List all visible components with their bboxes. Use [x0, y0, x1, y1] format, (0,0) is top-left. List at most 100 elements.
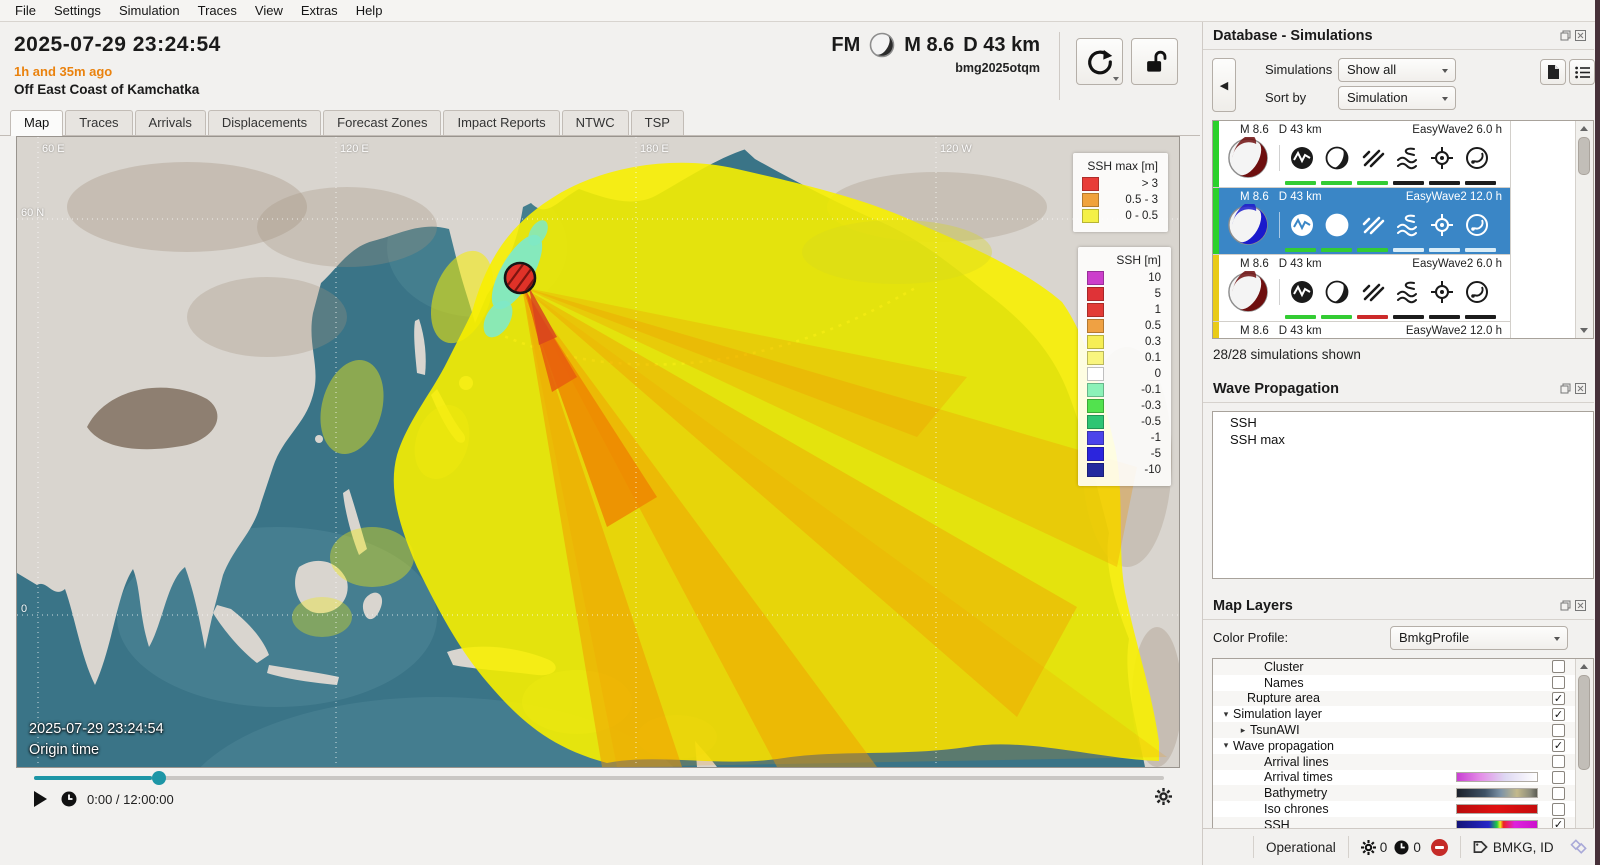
menu-item[interactable]: View [246, 1, 292, 20]
crosshair-icon[interactable] [1429, 212, 1455, 238]
radar-icon[interactable] [1464, 212, 1490, 238]
scrollbar-thumb[interactable] [1578, 137, 1590, 175]
collapse-sidebar-button[interactable]: ◀ [1212, 58, 1236, 112]
layer-checkbox[interactable] [1552, 755, 1565, 768]
color-profile-select[interactable]: BmkgProfile [1390, 626, 1568, 650]
focal-mechanism-icon[interactable] [1227, 338, 1269, 339]
detach-icon[interactable] [1560, 30, 1571, 41]
tab[interactable]: Impact Reports [443, 110, 559, 135]
waveform-icon[interactable] [1289, 279, 1315, 305]
refresh-button[interactable] [1076, 38, 1123, 85]
simulation-item[interactable]: M 8.6 D 43 km EasyWave2 12.0 h [1213, 322, 1511, 339]
sea-level-icon[interactable] [1394, 279, 1420, 305]
map-view[interactable]: 60 E 120 E 180 E 120 W 60 N 0 SSH max [m… [16, 136, 1180, 768]
simulation-item[interactable]: M 8.6 D 43 km EasyWave2 6.0 h [1213, 255, 1511, 322]
layer-row[interactable]: Iso chrones [1213, 801, 1593, 817]
layer-row[interactable]: Bathymetry [1213, 785, 1593, 801]
play-button[interactable] [34, 791, 47, 807]
layer-row[interactable]: Arrival lines [1213, 754, 1593, 770]
report-button[interactable] [1540, 59, 1566, 85]
layer-row[interactable]: ▾ Simulation layer [1213, 706, 1593, 722]
layer-checkbox[interactable] [1552, 771, 1565, 784]
no-data-icon[interactable] [1359, 145, 1385, 171]
menu-item[interactable]: Traces [189, 1, 246, 20]
layer-row[interactable]: Cluster [1213, 659, 1593, 675]
layer-checkbox[interactable] [1552, 787, 1565, 800]
slider-track[interactable] [34, 776, 1164, 780]
beachball-small-icon[interactable] [1324, 145, 1350, 171]
crosshair-icon[interactable] [1429, 145, 1455, 171]
tab-bar: Map Traces Arrivals Displacements Foreca… [0, 111, 1200, 136]
close-icon[interactable] [1575, 383, 1586, 394]
focal-mechanism-icon[interactable] [1227, 137, 1269, 179]
layer-checkbox[interactable] [1552, 708, 1565, 721]
unlock-button[interactable] [1131, 38, 1178, 85]
simulations-filter-select[interactable]: Show all [1338, 58, 1456, 82]
scroll-up-arrow[interactable] [1580, 664, 1588, 669]
tab[interactable]: Arrivals [135, 110, 206, 135]
refresh-dropdown-caret[interactable] [1113, 77, 1119, 81]
wave-propagation-panel-header: Wave Propagation [1203, 375, 1594, 403]
close-icon[interactable] [1575, 30, 1586, 41]
waveform-icon[interactable] [1289, 145, 1315, 171]
layer-row[interactable]: ▾ Wave propagation [1213, 738, 1593, 754]
slider-thumb[interactable] [152, 771, 166, 785]
crosshair-icon[interactable] [1429, 279, 1455, 305]
detach-icon[interactable] [1560, 600, 1571, 611]
layer-checkbox[interactable] [1552, 676, 1565, 689]
layers-scrollbar[interactable] [1575, 659, 1593, 849]
tab[interactable]: NTWC [562, 110, 629, 135]
beachball-small-icon[interactable] [1324, 279, 1350, 305]
radar-icon[interactable] [1464, 279, 1490, 305]
expander-icon[interactable]: ▸ [1236, 725, 1250, 736]
tab[interactable]: Displacements [208, 110, 321, 135]
simulation-progress [1285, 181, 1510, 185]
timeline-settings-icon[interactable] [1155, 788, 1172, 810]
tab[interactable]: Forecast Zones [323, 110, 441, 135]
focal-mechanism-icon[interactable] [1227, 271, 1269, 313]
expander-icon[interactable]: ▾ [1219, 740, 1233, 751]
menu-item[interactable]: Simulation [110, 1, 189, 20]
simulation-depth: D 43 km [1279, 325, 1322, 337]
layer-row[interactable]: ▸ TsunAWI [1213, 722, 1593, 738]
tab[interactable]: Map [10, 110, 63, 136]
expander-icon[interactable]: ▾ [1219, 709, 1233, 720]
layer-checkbox[interactable] [1552, 660, 1565, 673]
scroll-down-arrow[interactable] [1580, 328, 1588, 333]
menu-item[interactable]: Extras [292, 1, 347, 20]
waveform-icon[interactable] [1289, 212, 1315, 238]
clock-icon [1394, 840, 1409, 855]
sea-level-icon[interactable] [1394, 212, 1420, 238]
wave-propagation-item[interactable]: SSH max [1213, 431, 1593, 448]
sort-by-select[interactable]: Simulation [1338, 86, 1456, 110]
layer-checkbox[interactable] [1552, 803, 1565, 816]
time-slider[interactable] [16, 770, 1178, 786]
layer-row[interactable]: Arrival times [1213, 770, 1593, 786]
sea-level-icon[interactable] [1394, 145, 1420, 171]
close-icon[interactable] [1575, 600, 1586, 611]
scroll-up-arrow[interactable] [1580, 126, 1588, 131]
beachball-small-icon[interactable] [1324, 212, 1350, 238]
simulation-item[interactable]: M 8.6 D 43 km EasyWave2 6.0 h [1213, 121, 1511, 188]
list-view-button[interactable] [1569, 59, 1595, 85]
layer-row[interactable]: Rupture area [1213, 691, 1593, 707]
menu-item[interactable]: Settings [45, 1, 110, 20]
simulation-item[interactable]: M 8.6 D 43 km EasyWave2 12.0 h [1213, 188, 1511, 255]
no-data-icon[interactable] [1359, 279, 1385, 305]
layer-checkbox[interactable] [1552, 724, 1565, 737]
tab[interactable]: Traces [65, 110, 132, 135]
menu-item[interactable]: File [6, 1, 45, 20]
menu-item[interactable]: Help [347, 1, 392, 20]
simulations-scrollbar[interactable] [1575, 121, 1593, 338]
scrollbar-thumb[interactable] [1578, 675, 1590, 770]
layer-checkbox[interactable] [1552, 692, 1565, 705]
layer-row[interactable]: Names [1213, 675, 1593, 691]
wave-propagation-item[interactable]: SSH [1213, 414, 1593, 431]
focal-mechanism-icon[interactable] [1227, 204, 1269, 246]
layer-checkbox[interactable] [1552, 739, 1565, 752]
radar-icon[interactable] [1464, 145, 1490, 171]
link-icon[interactable] [1570, 839, 1588, 855]
detach-icon[interactable] [1560, 383, 1571, 394]
tab[interactable]: TSP [631, 110, 684, 135]
no-data-icon[interactable] [1359, 212, 1385, 238]
